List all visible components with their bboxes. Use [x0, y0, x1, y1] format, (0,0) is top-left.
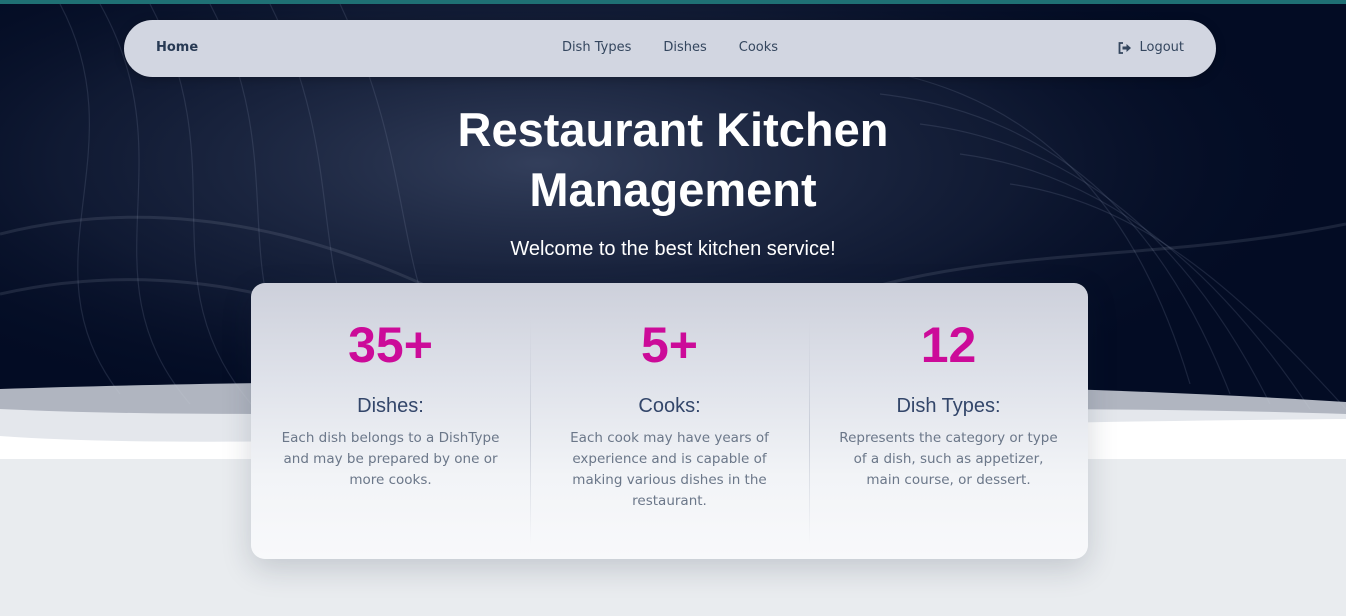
- sign-out-icon: [1119, 41, 1132, 54]
- stat-number: 5+: [640, 317, 698, 373]
- stat-cooks: 5+ Cooks: Each cook may have years of ex…: [530, 283, 809, 559]
- page-title: Restaurant Kitchen Management: [457, 103, 889, 216]
- logout-button[interactable]: Logout: [1118, 40, 1184, 55]
- top-border: [0, 0, 1346, 4]
- stat-label: Dishes:: [357, 395, 424, 417]
- stat-number: 35+: [348, 317, 433, 373]
- stat-label: Cooks:: [638, 395, 701, 417]
- logout-label: Logout: [1139, 40, 1184, 55]
- nav-link-dishes[interactable]: Dishes: [663, 40, 706, 55]
- nav-center-links: Dish Types Dishes Cooks: [124, 40, 1216, 55]
- navbar: Home Dish Types Dishes Cooks Logout: [124, 20, 1216, 77]
- nav-link-dish-types[interactable]: Dish Types: [562, 40, 631, 55]
- stat-number: 12: [920, 317, 977, 373]
- page-subtitle: Welcome to the best kitchen service!: [510, 238, 836, 260]
- stat-description: Each dish belongs to a DishType and may …: [281, 430, 500, 488]
- stats-card: 35+ Dishes: Each dish belongs to a DishT…: [251, 283, 1088, 559]
- stat-description: Each cook may have years of experience a…: [570, 430, 769, 509]
- stat-label: Dish Types:: [896, 395, 1001, 417]
- page: Home Dish Types Dishes Cooks Logout Rest…: [0, 0, 1346, 616]
- nav-link-cooks[interactable]: Cooks: [739, 40, 778, 55]
- stat-dish-types: 12 Dish Types: Represents the category o…: [809, 283, 1088, 559]
- stat-description: Represents the category or type of a dis…: [839, 430, 1058, 488]
- stat-dishes: 35+ Dishes: Each dish belongs to a DishT…: [251, 283, 530, 559]
